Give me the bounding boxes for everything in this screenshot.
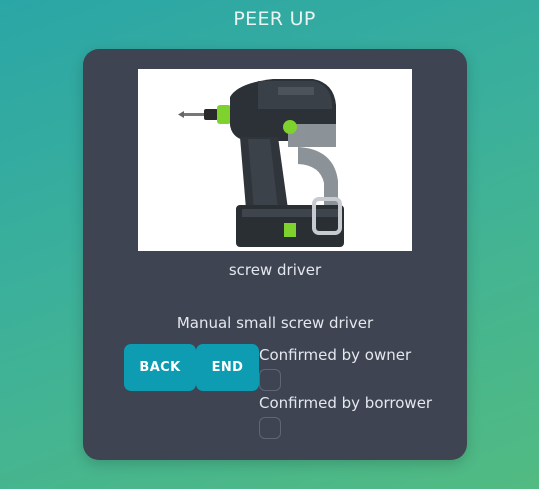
confirmed-by-owner-checkbox[interactable] xyxy=(259,369,281,391)
item-name: screw driver xyxy=(228,261,322,279)
confirmed-by-borrower-checkbox[interactable] xyxy=(259,417,281,439)
item-photo xyxy=(138,69,412,251)
app-title: PEER UP xyxy=(233,8,316,30)
item-card: screw driver Manual small screw driver B… xyxy=(83,49,467,460)
back-button[interactable]: BACK xyxy=(124,344,196,391)
confirmed-by-borrower-label: Confirmed by borrower xyxy=(259,394,433,412)
end-button[interactable]: END xyxy=(196,344,259,391)
item-description: Manual small screw driver xyxy=(176,314,374,332)
confirmed-by-owner-label: Confirmed by owner xyxy=(259,346,412,364)
